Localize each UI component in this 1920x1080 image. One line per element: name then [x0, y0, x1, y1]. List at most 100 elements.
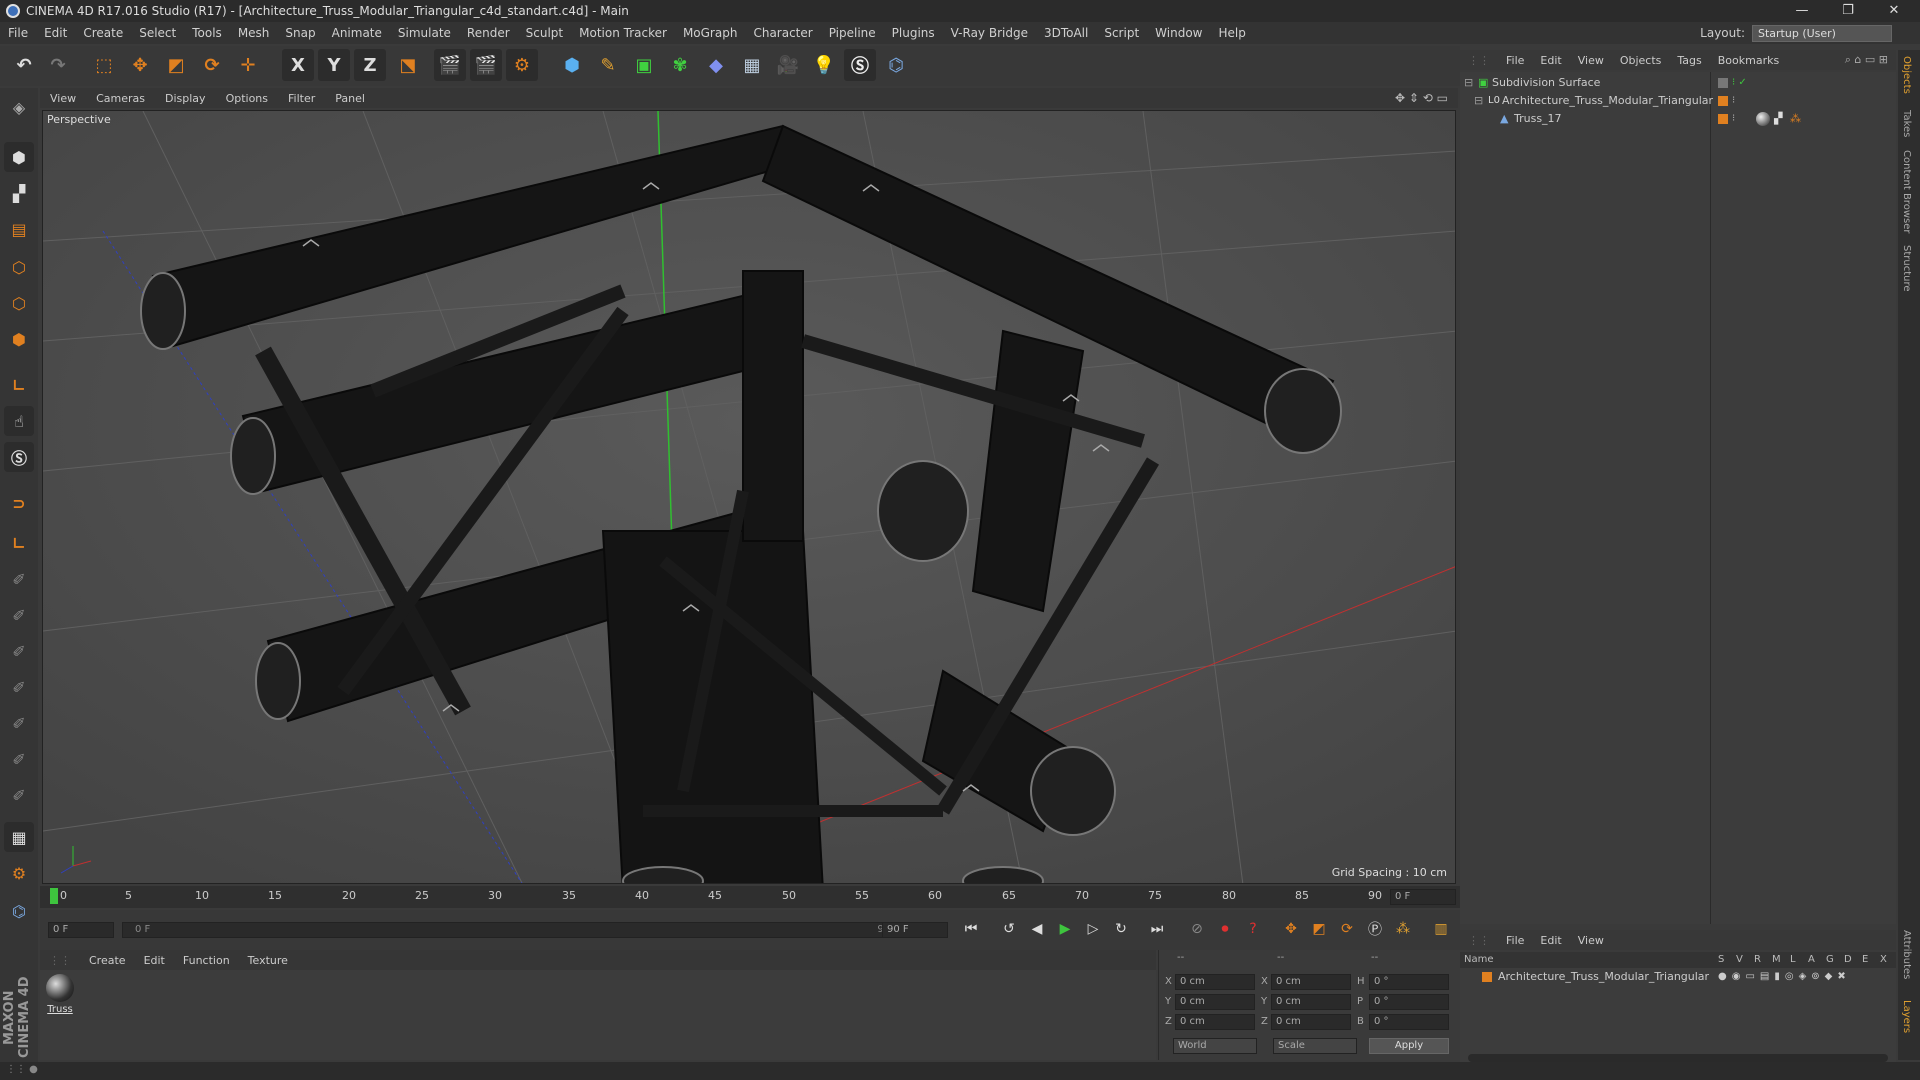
next-key-icon[interactable]: ↻ [1110, 918, 1132, 940]
model-mode-icon[interactable]: ◈ [4, 92, 34, 122]
layer-menu-file[interactable]: File [1498, 934, 1532, 947]
object-mode-icon[interactable]: ⬢ [4, 142, 34, 172]
menu-edit[interactable]: Edit [36, 26, 75, 40]
rotation-p-field[interactable]: 0 ° [1369, 994, 1449, 1010]
parameter-key-icon[interactable]: Ⓟ [1364, 918, 1386, 940]
viewport-menu-cameras[interactable]: Cameras [86, 92, 155, 105]
tab-layers[interactable]: Layers [1901, 1000, 1912, 1033]
size-z-field[interactable]: 0 cm [1271, 1014, 1351, 1030]
previous-key-icon[interactable]: ↺ [998, 918, 1020, 940]
sculpt-wax-icon[interactable]: ✐ [4, 780, 34, 810]
floor-icon[interactable]: ▦ [736, 49, 768, 81]
menu-plugins[interactable]: Plugins [884, 26, 943, 40]
previous-frame-icon[interactable]: ◀ [1026, 918, 1048, 940]
viewport-menu-view[interactable]: View [40, 92, 86, 105]
cube-object-icon[interactable]: ⬢ [556, 49, 588, 81]
tab-takes[interactable]: Takes [1901, 110, 1912, 137]
tab-attributes[interactable]: Attributes [1901, 930, 1912, 979]
menu-motion-tracker[interactable]: Motion Tracker [571, 26, 675, 40]
position-key-icon[interactable]: ✥ [1280, 918, 1302, 940]
subdivision-surface-icon[interactable]: ▣ [628, 49, 660, 81]
viewport-menu-options[interactable]: Options [216, 92, 278, 105]
start-frame-field[interactable]: 0 F [48, 922, 114, 938]
collapse-icon[interactable]: ⊟ [1464, 74, 1473, 92]
menu-3dtoall[interactable]: 3DToAll [1036, 26, 1096, 40]
end-frame-field[interactable]: 90 F [882, 922, 948, 938]
scale-icon[interactable]: ◩ [160, 49, 192, 81]
polygons-mode-icon[interactable]: ⬢ [4, 324, 34, 354]
object-menu-tags[interactable]: Tags [1669, 54, 1709, 67]
live-selection-icon[interactable]: ⬚ [88, 49, 120, 81]
material-tag-icon[interactable] [1756, 112, 1770, 126]
axis-mode-icon[interactable]: ∟ [4, 370, 34, 400]
scale-key-icon[interactable]: ◩ [1308, 918, 1330, 940]
play-icon[interactable]: ▶ [1054, 918, 1076, 940]
collapse-icon[interactable]: ⊟ [1474, 92, 1483, 110]
edges-mode-icon[interactable]: ⬡ [4, 288, 34, 318]
menu-snap[interactable]: Snap [277, 26, 323, 40]
menu-character[interactable]: Character [745, 26, 820, 40]
panel-grip-icon[interactable]: ⋮⋮ [1460, 54, 1498, 67]
timeline-window-icon[interactable]: ▥ [1430, 918, 1452, 940]
object-menu-edit[interactable]: Edit [1532, 54, 1569, 67]
texture-tag-icon[interactable]: ▞ [1774, 110, 1782, 128]
position-z-field[interactable]: 0 cm [1175, 1014, 1255, 1030]
pen-spline-icon[interactable]: ✎ [592, 49, 624, 81]
sculpt-inflate-icon[interactable]: ✐ [4, 672, 34, 702]
close-button[interactable]: ✕ [1872, 0, 1916, 22]
menu-animate[interactable]: Animate [324, 26, 390, 40]
python-icon[interactable]: ⌬ [880, 49, 912, 81]
tweak-icon[interactable]: ☝ [4, 406, 34, 436]
layer-color-swatch[interactable] [1718, 96, 1728, 106]
tab-content-browser[interactable]: Content Browser [1901, 150, 1912, 233]
auto-keying-icon[interactable]: ⏺ [1214, 918, 1236, 940]
render-picture-viewer-icon[interactable]: 🎬 [470, 49, 502, 81]
menu-simulate[interactable]: Simulate [390, 26, 459, 40]
keyframe-selection-icon[interactable]: ? [1242, 918, 1264, 940]
menu-tools[interactable]: Tools [184, 26, 230, 40]
material-menu-function[interactable]: Function [174, 954, 239, 967]
rotation-key-icon[interactable]: ⟳ [1336, 918, 1358, 940]
tab-structure[interactable]: Structure [1901, 245, 1912, 292]
menu-render[interactable]: Render [459, 26, 518, 40]
viewport-navigation-icons[interactable]: ✥ ⇕ ⟲ ▭ [1395, 91, 1448, 105]
python-script-icon[interactable]: ⌬ [4, 896, 34, 926]
layer-horizontal-scrollbar[interactable] [1468, 1054, 1888, 1062]
menu-file[interactable]: File [0, 26, 36, 40]
menu-window[interactable]: Window [1147, 26, 1210, 40]
minimize-button[interactable]: — [1780, 0, 1824, 22]
coordinate-system-icon[interactable]: ⬔ [392, 49, 424, 81]
menu-sculpt[interactable]: Sculpt [518, 26, 571, 40]
menu-select[interactable]: Select [131, 26, 184, 40]
z-axis-lock-button[interactable]: Z [354, 49, 386, 81]
sculpt-grab-icon[interactable]: ✐ [4, 564, 34, 594]
panel-grip-icon[interactable]: ⋮⋮ [40, 954, 80, 967]
record-keys-icon[interactable]: ⊘ [1186, 918, 1208, 940]
menu-help[interactable]: Help [1210, 26, 1253, 40]
go-to-end-icon[interactable]: ⏭ [1146, 918, 1168, 940]
next-frame-icon[interactable]: ▷ [1082, 918, 1104, 940]
object-menu-file[interactable]: File [1498, 54, 1532, 67]
viewport-menu-display[interactable]: Display [155, 92, 216, 105]
lock-workplane-icon[interactable]: ▦ [4, 822, 34, 852]
pla-key-icon[interactable]: ⁂ [1392, 918, 1414, 940]
deformer-icon[interactable]: ◆ [700, 49, 732, 81]
layer-flag-icons[interactable]: ●◉▭▤▮◎◈⊚◆✖ [1718, 968, 1851, 986]
render-view-icon[interactable]: 🎬 [434, 49, 466, 81]
render-settings-icon[interactable]: ⚙ [506, 49, 538, 81]
menu-mograph[interactable]: MoGraph [675, 26, 746, 40]
menu-vray-bridge[interactable]: V-Ray Bridge [943, 26, 1036, 40]
sculpt-pull-icon[interactable]: ✐ [4, 600, 34, 630]
points-mode-icon[interactable]: ⬡ [4, 252, 34, 282]
material-menu-edit[interactable]: Edit [135, 954, 174, 967]
menu-mesh[interactable]: Mesh [230, 26, 278, 40]
quantize-icon[interactable]: ∟ [4, 528, 34, 558]
visibility-dots-icon[interactable]: ⁝ [1732, 92, 1735, 110]
object-menu-view[interactable]: View [1570, 54, 1612, 67]
redo-icon[interactable]: ↷ [42, 49, 74, 81]
size-x-field[interactable]: 0 cm [1271, 974, 1351, 990]
sculpt-pinch-icon[interactable]: ✐ [4, 744, 34, 774]
object-row-truss-17[interactable]: ▲ Truss_17 ⁝ ▞ ⁂ [1460, 110, 1896, 128]
y-axis-lock-button[interactable]: Y [318, 49, 350, 81]
position-y-field[interactable]: 0 cm [1175, 994, 1255, 1010]
